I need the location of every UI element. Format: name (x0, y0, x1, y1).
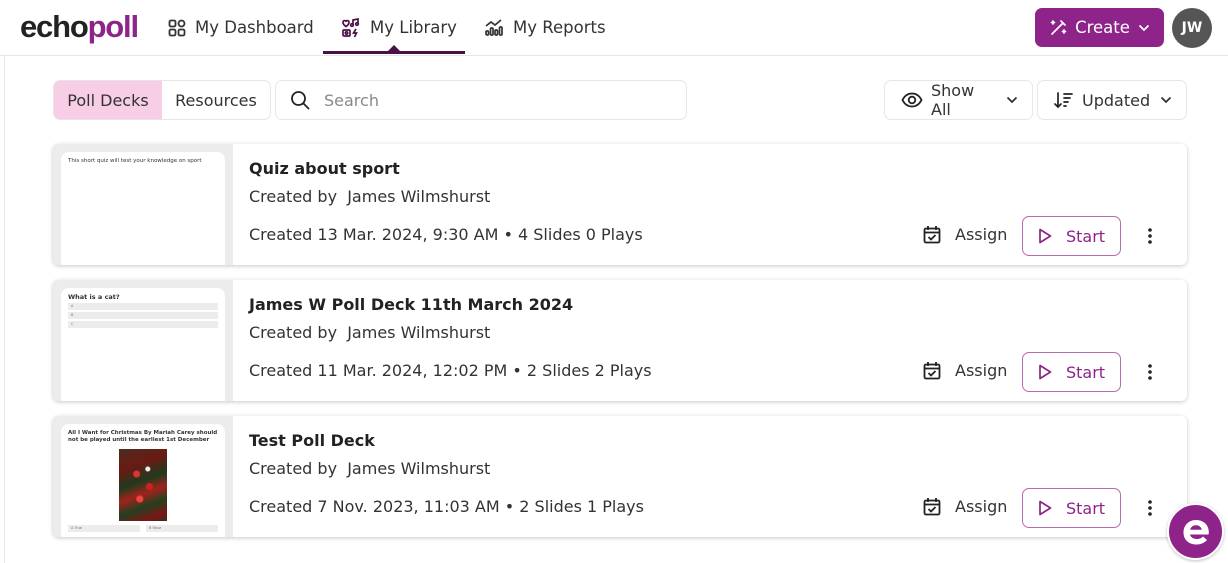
active-nav-caret (388, 45, 400, 51)
assign-label: Assign (955, 225, 1008, 244)
reports-icon (485, 18, 503, 36)
play-icon (1039, 500, 1052, 516)
christmas-tree-image (119, 449, 167, 521)
slide-preview-option: B (68, 312, 218, 319)
poll-deck-card[interactable]: This short quiz will test your knowledge… (53, 144, 1187, 265)
deck-author: Created by James Wilmshurst (249, 187, 491, 206)
slide-preview-text: This short quiz will test your knowledge… (68, 158, 202, 164)
avatar-initials: JW (1181, 20, 1203, 36)
logo-text: echo (20, 9, 89, 44)
nav-my-reports[interactable]: My Reports (484, 0, 606, 55)
assign-button[interactable]: Assign (923, 361, 1007, 380)
echopoll-logo[interactable]: echopoll (20, 9, 140, 45)
tab-poll-decks[interactable]: Poll Decks (54, 81, 162, 119)
assign-button[interactable]: Assign (923, 225, 1007, 244)
chevron-down-icon (1006, 96, 1018, 104)
play-icon (1039, 228, 1052, 244)
start-label: Start (1065, 498, 1106, 518)
logo-accent-text: poll (87, 9, 140, 44)
calendar-check-icon (923, 226, 941, 244)
nav-label: My Library (370, 18, 457, 37)
more-options-icon[interactable] (1143, 496, 1157, 520)
deck-thumbnail[interactable]: All I Want for Christmas By Mariah Carey… (53, 416, 233, 537)
start-label: Start (1065, 362, 1106, 382)
library-type-toggle: Poll Decks Resources (53, 80, 271, 120)
filter-label: Show All (931, 81, 975, 119)
user-avatar[interactable]: JW (1172, 8, 1212, 48)
deck-meta: Created 11 Mar. 2024, 12:02 PM • 2 Slide… (249, 361, 652, 380)
deck-thumbnail[interactable]: This short quiz will test your knowledge… (53, 144, 233, 265)
start-button[interactable]: Start (1022, 488, 1121, 528)
tab-label: Resources (175, 90, 257, 110)
calendar-check-icon (923, 498, 941, 516)
slide-preview-text: All I Want for Christmas By Mariah Carey… (68, 430, 218, 443)
echopoll-e-icon (1183, 519, 1209, 544)
assign-button[interactable]: Assign (923, 497, 1007, 516)
sort-label: Updated (1082, 90, 1151, 110)
start-label: Start (1065, 226, 1106, 246)
start-button[interactable]: Start (1022, 216, 1121, 256)
deck-title[interactable]: James W Poll Deck 11th March 2024 (249, 295, 573, 314)
search-input[interactable] (324, 90, 664, 110)
more-options-icon[interactable] (1143, 360, 1157, 384)
deck-author: Created by James Wilmshurst (249, 323, 491, 342)
slide-preview-option: A (68, 303, 218, 310)
create-button[interactable]: Create (1035, 8, 1164, 47)
nav-label: My Dashboard (195, 18, 314, 37)
assign-label: Assign (955, 361, 1008, 380)
slide-preview-option: B False (146, 525, 218, 532)
slide-preview-text: What is a cat? (68, 293, 120, 301)
nav-my-dashboard[interactable]: My Dashboard (168, 0, 314, 55)
search-icon (291, 91, 310, 110)
library-icon (342, 17, 360, 37)
echopoll-help-widget[interactable] (1167, 503, 1224, 560)
calendar-check-icon (923, 362, 941, 380)
poll-deck-card[interactable]: All I Want for Christmas By Mariah Carey… (53, 416, 1187, 537)
deck-author: Created by James Wilmshurst (249, 459, 491, 478)
assign-label: Assign (955, 497, 1008, 516)
sort-icon (1054, 92, 1073, 109)
dashboard-icon (168, 19, 186, 36)
deck-title[interactable]: Quiz about sport (249, 159, 400, 178)
slide-preview-option: C (68, 321, 218, 328)
more-options-icon[interactable] (1143, 224, 1157, 248)
start-button[interactable]: Start (1022, 352, 1121, 392)
magic-wand-icon (1050, 19, 1067, 35)
play-icon (1039, 364, 1052, 380)
deck-title[interactable]: Test Poll Deck (249, 431, 375, 450)
tab-label: Poll Decks (67, 90, 149, 110)
slide-preview-option: A True (68, 525, 140, 532)
slide-preview: All I Want for Christmas By Mariah Carey… (61, 424, 225, 537)
chevron-down-icon (1138, 24, 1150, 31)
show-filter-dropdown[interactable]: Show All (884, 80, 1033, 120)
deck-meta: Created 7 Nov. 2023, 11:03 AM • 2 Slides… (249, 497, 644, 516)
chevron-down-icon (1160, 96, 1172, 104)
slide-preview: This short quiz will test your knowledge… (61, 152, 225, 265)
deck-thumbnail[interactable]: What is a cat? A B C (53, 280, 233, 401)
eye-icon (901, 92, 923, 108)
deck-meta: Created 13 Mar. 2024, 9:30 AM • 4 Slides… (249, 225, 643, 244)
tab-resources[interactable]: Resources (162, 81, 270, 119)
search-box (275, 80, 687, 120)
slide-preview-options: A True B False (68, 525, 218, 532)
active-nav-indicator (323, 51, 465, 54)
poll-deck-card[interactable]: What is a cat? A B C James W Poll Deck 1… (53, 280, 1187, 401)
sort-dropdown[interactable]: Updated (1037, 80, 1187, 120)
top-navigation-bar: echopoll My Dashboard My Library My Repo… (0, 0, 1228, 56)
slide-preview: What is a cat? A B C (61, 288, 225, 401)
nav-label: My Reports (513, 18, 606, 37)
create-label: Create (1075, 18, 1130, 37)
